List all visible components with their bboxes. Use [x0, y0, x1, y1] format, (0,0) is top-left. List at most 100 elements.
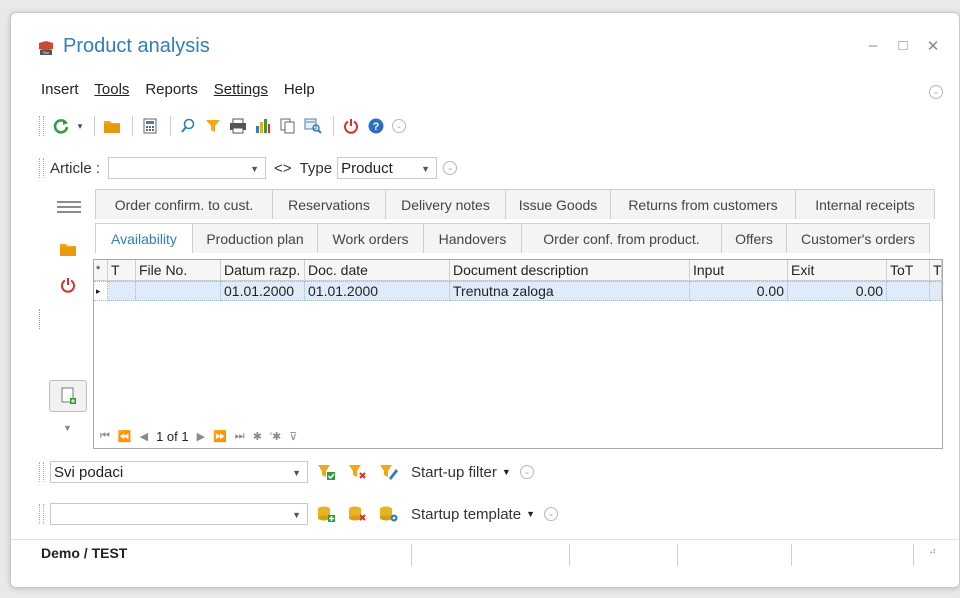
maximize-button[interactable]: □	[893, 37, 913, 54]
sidebar-scroll-down-icon[interactable]: ▼	[63, 423, 72, 433]
filter-clear-icon[interactable]	[347, 461, 369, 483]
side-power-icon[interactable]	[60, 277, 76, 296]
open-folder-icon[interactable]	[101, 115, 123, 137]
chevron-down-icon: ▼	[292, 510, 301, 520]
tab-returns-from-customers[interactable]: Returns from customers	[610, 189, 796, 219]
filter-icon[interactable]	[202, 115, 224, 137]
menu-options-icon[interactable]: ⌄	[929, 85, 943, 99]
filter-row-grip[interactable]	[39, 462, 44, 482]
company-status: Demo / TEST	[41, 545, 128, 561]
tab-work-orders[interactable]: Work orders	[317, 223, 424, 253]
chevron-down-icon: ▼	[250, 164, 260, 174]
tab-issue-goods[interactable]: Issue Goods	[505, 189, 611, 219]
menu-insert[interactable]: Insert	[41, 81, 79, 98]
toolbar-divider	[333, 116, 334, 136]
column-header-tot[interactable]: ToT	[887, 260, 930, 280]
column-header-exit[interactable]: Exit	[788, 260, 887, 280]
minimize-button[interactable]: –	[863, 37, 883, 54]
template-delete-icon[interactable]	[347, 503, 369, 525]
append-record-icon[interactable]: '✱	[270, 430, 281, 443]
svg-text:Srv: Srv	[43, 50, 49, 55]
toolbar-grip[interactable]	[39, 116, 44, 136]
tab-reservations[interactable]: Reservations	[272, 189, 386, 219]
template-combobox[interactable]: ▼	[50, 503, 308, 525]
prev-record-icon[interactable]: ◀	[140, 430, 148, 443]
chart-icon[interactable]	[252, 115, 274, 137]
filter-options-icon[interactable]: ⌄	[519, 465, 534, 479]
template-row-grip[interactable]	[39, 504, 44, 524]
column-header-file-no[interactable]: File No.	[136, 260, 221, 280]
cell-datum-razp[interactable]: 01.01.2000	[221, 281, 305, 301]
cell-description[interactable]: Trenutna zaloga	[450, 281, 690, 301]
cell-input[interactable]: 0.00	[690, 281, 788, 301]
filter-row-icon[interactable]: ⊽	[289, 430, 297, 443]
column-header-t[interactable]: T	[108, 260, 136, 280]
tab-offers[interactable]: Offers	[721, 223, 787, 253]
template-add-icon[interactable]	[316, 503, 338, 525]
startup-filter-label[interactable]: Start-up filter	[411, 464, 497, 481]
type-combobox[interactable]: Product ▼	[337, 157, 438, 179]
column-header-description[interactable]: Document description	[450, 260, 690, 280]
close-button[interactable]: ✕	[923, 37, 943, 55]
calculator-icon[interactable]	[139, 115, 161, 137]
next-page-icon[interactable]: ⏩	[213, 430, 227, 443]
column-header-marker[interactable]: *	[94, 260, 108, 280]
cell-exit[interactable]: 0.00	[788, 281, 887, 301]
side-folder-icon[interactable]	[59, 241, 77, 260]
tab-delivery-notes[interactable]: Delivery notes	[385, 189, 506, 219]
column-header-t2[interactable]: T	[930, 260, 942, 280]
cell-file-no[interactable]	[136, 281, 221, 301]
menu-tools[interactable]: Tools	[94, 81, 129, 98]
cell-tot[interactable]	[887, 281, 930, 301]
table-row[interactable]: ▸ 01.01.2000 01.01.2000 Trenutna zaloga …	[94, 281, 942, 301]
tab-internal-receipts[interactable]: Internal receipts	[795, 189, 935, 219]
article-combobox[interactable]: ▼	[108, 157, 267, 179]
refresh-icon[interactable]	[50, 115, 72, 137]
menu-reports[interactable]: Reports	[145, 81, 198, 98]
tab-customers-orders[interactable]: Customer's orders	[786, 223, 930, 253]
power-icon[interactable]	[340, 115, 362, 137]
menu-help[interactable]: Help	[284, 81, 315, 98]
column-header-input[interactable]: Input	[690, 260, 788, 280]
template-options-icon[interactable]: ⌄	[543, 507, 558, 521]
filter-edit-icon[interactable]	[378, 461, 400, 483]
splitter-grip[interactable]	[39, 309, 41, 329]
resize-grip-icon[interactable]: ⠴	[929, 546, 936, 557]
column-header-datum-razp[interactable]: Datum razp.	[221, 260, 305, 280]
tab-order-conf-from-product[interactable]: Order conf. from product.	[521, 223, 722, 253]
prev-page-icon[interactable]: ⏪	[118, 430, 132, 443]
startup-template-label[interactable]: Startup template	[411, 506, 521, 523]
menu-settings[interactable]: Settings	[214, 81, 268, 98]
find-record-icon[interactable]	[302, 115, 324, 137]
tab-production-plan[interactable]: Production plan	[192, 223, 318, 253]
startup-filter-dropdown-icon[interactable]: ▼	[502, 467, 511, 477]
filter-combobox[interactable]: Svi podaci ▼	[50, 461, 308, 483]
search-icon[interactable]	[177, 115, 199, 137]
cell-doc-date[interactable]: 01.01.2000	[305, 281, 450, 301]
insert-record-icon[interactable]: ✱	[253, 430, 262, 443]
toolbar-options-icon[interactable]: ⌄	[392, 119, 406, 133]
cell-t2[interactable]	[930, 281, 942, 301]
refresh-dropdown-icon[interactable]: ▾	[75, 115, 85, 137]
status-divider	[791, 544, 792, 566]
first-record-icon[interactable]: ⏮	[100, 430, 110, 443]
new-document-button[interactable]	[49, 380, 87, 412]
article-row-grip[interactable]	[39, 158, 44, 178]
next-record-icon[interactable]: ▶	[197, 430, 205, 443]
tab-availability[interactable]: Availability	[95, 223, 193, 253]
startup-template-dropdown-icon[interactable]: ▼	[526, 509, 535, 519]
hamburger-menu-icon[interactable]	[55, 199, 83, 218]
tab-order-confirm[interactable]: Order confirm. to cust.	[95, 189, 273, 219]
tab-handovers[interactable]: Handovers	[423, 223, 522, 253]
template-settings-icon[interactable]	[378, 503, 400, 525]
column-header-doc-date[interactable]: Doc. date	[305, 260, 450, 280]
help-icon[interactable]: ?	[365, 115, 387, 137]
chevron-down-icon: ▼	[421, 164, 431, 174]
article-options-icon[interactable]: ⌄	[443, 161, 458, 175]
cell-t[interactable]	[108, 281, 136, 301]
copy-icon[interactable]	[277, 115, 299, 137]
filter-apply-icon[interactable]	[316, 461, 338, 483]
last-record-icon[interactable]: ⏭	[235, 430, 245, 443]
print-icon[interactable]	[227, 115, 249, 137]
availability-grid: * T File No. Datum razp. Doc. date Docum…	[93, 259, 943, 449]
